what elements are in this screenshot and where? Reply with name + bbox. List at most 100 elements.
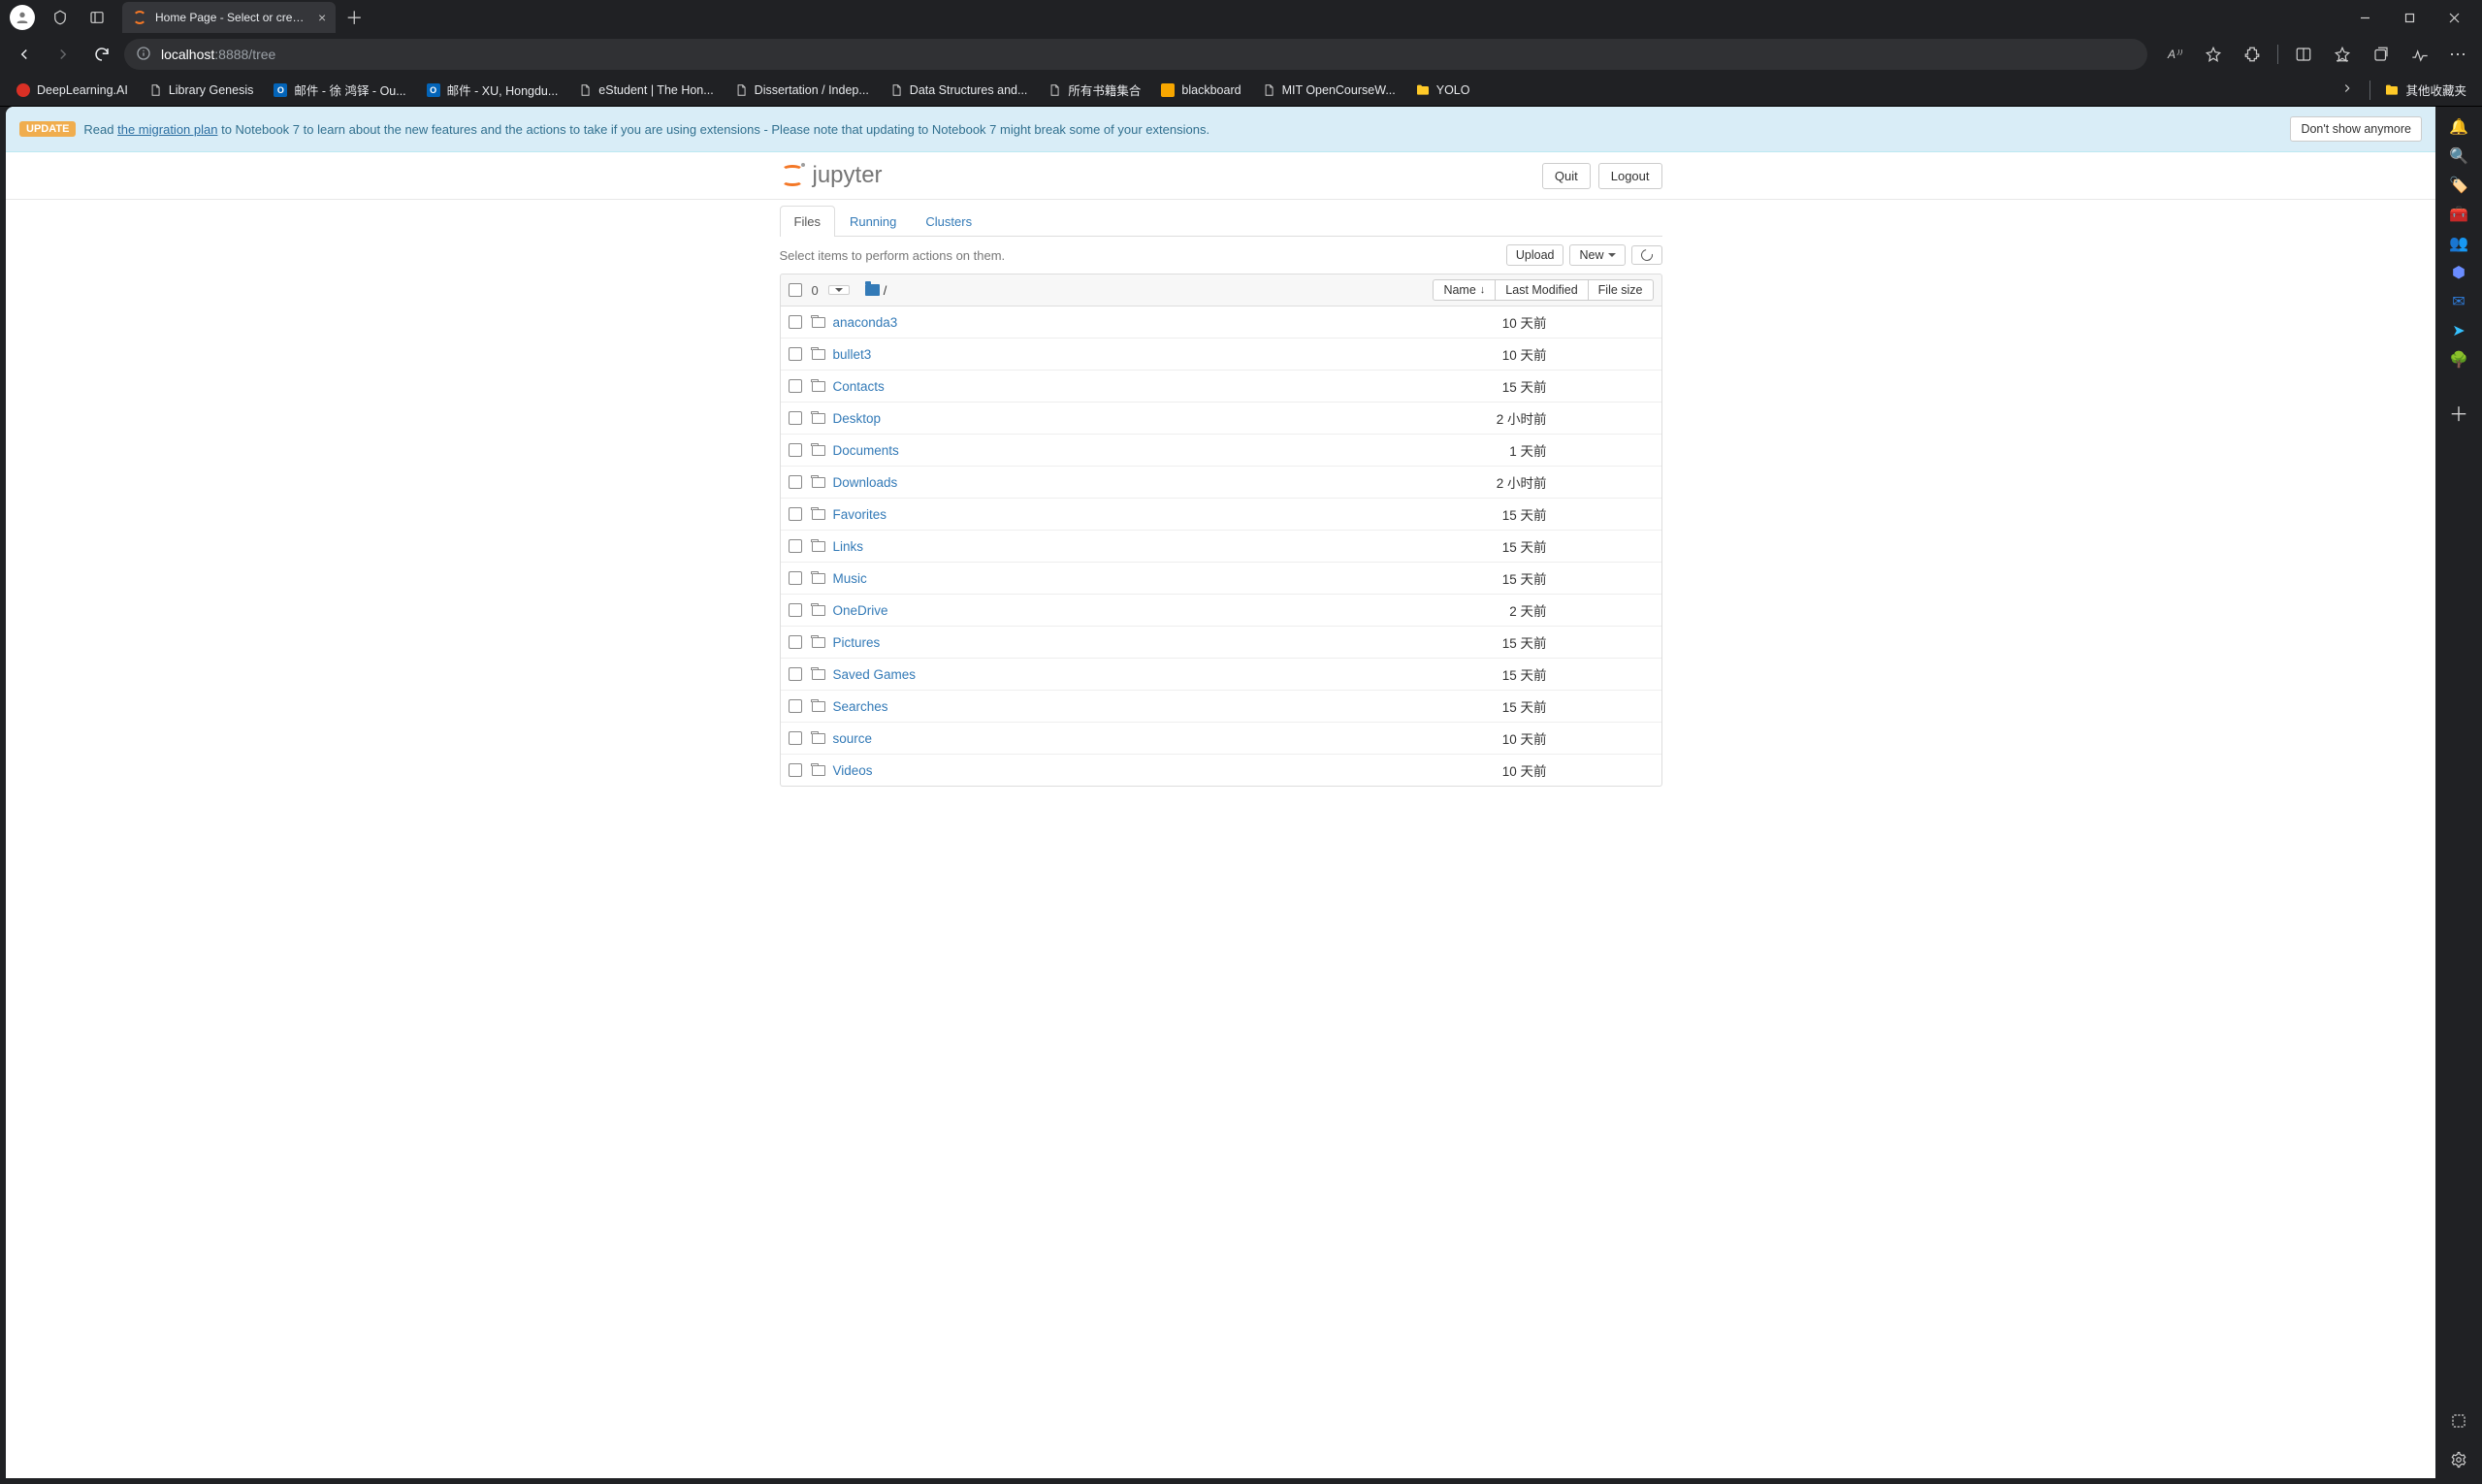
profile-button[interactable] [10,5,35,30]
sidebar-screenshot-icon[interactable] [2444,1406,2473,1436]
tab-clusters[interactable]: Clusters [911,206,986,237]
file-row-checkbox[interactable] [789,699,802,713]
sidebar-app-outlook[interactable]: ✉ [2444,287,2473,316]
file-row-checkbox[interactable] [789,347,802,361]
file-row-checkbox[interactable] [789,539,802,553]
file-name-link[interactable]: Videos [812,763,1372,778]
workspaces-icon[interactable] [45,2,76,33]
split-screen-icon[interactable] [2288,39,2319,70]
file-name-link[interactable]: Links [812,539,1372,554]
collections-icon[interactable] [2366,39,2397,70]
nav-back[interactable] [8,38,41,71]
select-menu[interactable] [828,285,850,295]
sidebar-app-toolbox[interactable]: 🧰 [2444,200,2473,229]
favorite-star-icon[interactable] [2198,39,2229,70]
more-menu-icon[interactable]: ⋯ [2443,39,2474,70]
sidebar-app-notifications[interactable]: 🔔 [2444,113,2473,142]
bookmarks-scroll-right[interactable] [2331,81,2364,98]
breadcrumb[interactable]: / [865,283,887,298]
file-name-link[interactable]: Music [812,571,1372,586]
file-name-link[interactable]: Searches [812,699,1372,714]
folder-icon [812,765,825,776]
column-name[interactable]: Name ↓ [1433,279,1496,301]
column-file-size[interactable]: File size [1589,279,1654,301]
bookmark-item[interactable]: MIT OpenCourseW... [1253,78,1403,103]
sidebar-app-office[interactable]: ⬢ [2444,258,2473,287]
file-row-checkbox[interactable] [789,763,802,777]
sidebar-app-send[interactable]: ➤ [2444,316,2473,345]
bookmark-item[interactable]: eStudent | The Hon... [569,78,721,103]
file-row: Favorites15 天前 [781,498,1661,530]
file-name: Favorites [833,507,887,522]
select-all-checkbox[interactable] [789,283,802,297]
nav-refresh[interactable] [85,38,118,71]
file-row-checkbox[interactable] [789,379,802,393]
bookmarks-overflow[interactable]: 其他收藏夹 [2376,81,2474,99]
sidebar-app-tag[interactable]: 🏷️ [2444,171,2473,200]
file-row-checkbox[interactable] [789,667,802,681]
file-name-link[interactable]: Favorites [812,507,1372,522]
sidebar-app-people[interactable]: 👥 [2444,229,2473,258]
file-name-link[interactable]: Contacts [812,379,1372,394]
file-name-link[interactable]: source [812,731,1372,746]
column-last-modified[interactable]: Last Modified [1496,279,1588,301]
file-name-link[interactable]: Saved Games [812,667,1372,682]
sidebar-add-icon[interactable]: ＋ [2444,398,2473,427]
file-name-link[interactable]: OneDrive [812,603,1372,618]
upload-button[interactable]: Upload [1506,244,1564,266]
bookmark-item[interactable]: blackboard [1152,78,1248,103]
file-modified: 15 天前 [1372,536,1547,556]
file-row-checkbox[interactable] [789,731,802,745]
sidebar-app-search[interactable]: 🔍 [2444,142,2473,171]
new-dropdown[interactable]: New [1569,244,1625,266]
tab-strip: Home Page - Select or create a n… × ＋ [0,0,2482,35]
file-name-link[interactable]: Desktop [812,411,1372,426]
bookmark-item[interactable]: O邮件 - 徐 鸿铎 - Ou... [265,78,413,103]
file-name-link[interactable]: bullet3 [812,347,1372,362]
window-close[interactable] [2432,0,2476,35]
bookmark-item[interactable]: 所有书籍集合 [1039,78,1148,103]
file-name-link[interactable]: Documents [812,443,1372,458]
bookmark-item[interactable]: YOLO [1407,78,1478,103]
file-row-checkbox[interactable] [789,571,802,585]
migration-plan-link[interactable]: the migration plan [117,122,217,137]
favorites-list-icon[interactable] [2327,39,2358,70]
browser-tab[interactable]: Home Page - Select or create a n… × [122,2,336,33]
bookmark-item[interactable]: Dissertation / Indep... [725,78,877,103]
refresh-button[interactable] [1631,245,1662,265]
new-tab-button[interactable]: ＋ [336,5,372,30]
file-row-checkbox[interactable] [789,411,802,425]
banner-dismiss-button[interactable]: Don't show anymore [2290,116,2422,142]
tab-running[interactable]: Running [835,206,911,237]
url-input[interactable]: localhost:8888/tree [124,39,2147,70]
bookmark-item[interactable]: Library Genesis [140,78,262,103]
file-name-link[interactable]: anaconda3 [812,315,1372,330]
file-row-checkbox[interactable] [789,475,802,489]
logout-button[interactable]: Logout [1598,163,1662,189]
sidebar-app-tree[interactable]: 🌳 [2444,345,2473,374]
window-minimize[interactable] [2342,0,2387,35]
quit-button[interactable]: Quit [1542,163,1591,189]
site-info-icon[interactable] [136,46,151,64]
performance-icon[interactable] [2404,39,2435,70]
file-row-checkbox[interactable] [789,315,802,329]
sidebar-settings-icon[interactable] [2444,1445,2473,1474]
file-row-checkbox[interactable] [789,635,802,649]
file-row-checkbox[interactable] [789,443,802,457]
tab-actions-icon[interactable] [81,2,113,33]
file-row: Contacts15 天前 [781,370,1661,402]
bookmark-item[interactable]: Data Structures and... [881,78,1036,103]
file-name: Desktop [833,411,882,426]
file-name-link[interactable]: Downloads [812,475,1372,490]
read-aloud-icon[interactable]: A⁾⁾ [2159,39,2190,70]
tab-close-icon[interactable]: × [318,11,326,24]
file-row-checkbox[interactable] [789,507,802,521]
bookmark-item[interactable]: DeepLearning.AI [8,78,136,103]
file-row-checkbox[interactable] [789,603,802,617]
window-maximize[interactable] [2387,0,2432,35]
file-name-link[interactable]: Pictures [812,635,1372,650]
jupyter-logo[interactable]: jupyter [780,162,883,189]
extensions-icon[interactable] [2237,39,2268,70]
tab-files[interactable]: Files [780,206,835,237]
bookmark-item[interactable]: O邮件 - XU, Hongdu... [418,78,566,103]
